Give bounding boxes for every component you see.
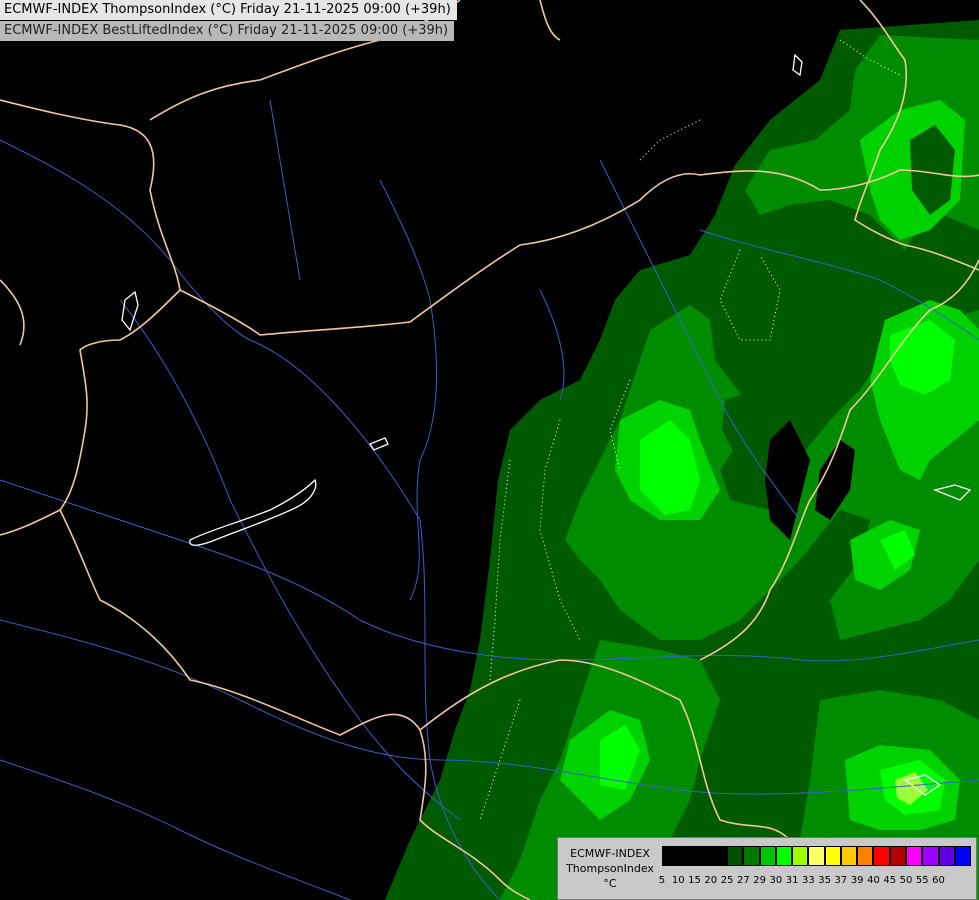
legend-swatch	[840, 846, 858, 866]
color-legend: ECMWF-INDEX ThompsonIndex °C 5 10 15 20 25 27…	[557, 837, 977, 900]
legend-swatch	[954, 846, 972, 866]
legend-tick-label: 29	[753, 875, 766, 886]
legend-swatch	[824, 846, 841, 866]
legend-tick-label: 30	[769, 875, 783, 886]
legend-swatch	[792, 846, 809, 866]
legend-tick-label: 55	[915, 875, 929, 886]
legend-parameter: ThompsonIndex	[566, 862, 654, 875]
legend-tick-label: 37	[834, 875, 848, 886]
legend-tick-label: 40	[867, 875, 880, 886]
legend-tick-label: 15	[688, 875, 701, 886]
legend-swatch	[743, 846, 760, 866]
legend-swatch	[759, 846, 776, 866]
legend-tick-label: 20	[704, 875, 718, 886]
legend-tick-label: 25	[720, 875, 734, 886]
map-title-primary: ECMWF-INDEX ThompsonIndex (°C) Friday 21…	[0, 0, 457, 20]
forecast-map	[0, 0, 979, 900]
legend-swatch	[922, 846, 939, 866]
legend-swatch	[775, 846, 793, 866]
map-title-secondary: ECMWF-INDEX BestLiftedIndex (°C) Friday …	[0, 21, 455, 41]
legend-tick-label: 33	[802, 875, 815, 886]
legend-swatch	[710, 846, 728, 866]
legend-tick-label: 50	[899, 875, 913, 886]
legend-swatch	[727, 846, 744, 866]
legend-tick-label: 10	[671, 875, 685, 886]
legend-swatch	[889, 846, 906, 866]
legend-tick-label	[947, 875, 963, 887]
legend-swatch	[938, 846, 955, 866]
legend-swatch	[808, 846, 825, 866]
legend-label: ECMWF-INDEX ThompsonIndex °C	[561, 846, 659, 891]
legend-swatches	[662, 846, 972, 866]
legend-ticks: 5 10 15 20 25 27 29 30 31 33 35 37 39 40 45 50 55 60	[659, 875, 971, 887]
legend-swatch	[873, 846, 890, 866]
legend-swatch	[662, 846, 679, 866]
legend-tick-label: 27	[736, 875, 750, 886]
legend-tick-label: 35	[818, 875, 832, 886]
legend-swatch	[694, 846, 711, 866]
legend-tick-label: 31	[785, 875, 799, 886]
legend-swatch	[678, 846, 695, 866]
legend-swatch	[857, 846, 874, 866]
legend-tick-label: 5	[658, 875, 666, 886]
legend-tick-label: 45	[883, 875, 897, 886]
legend-unit: °C	[603, 877, 617, 890]
legend-model: ECMWF-INDEX	[570, 847, 650, 860]
legend-tick-label: 39	[850, 875, 864, 886]
legend-tick-label: 60	[932, 875, 945, 886]
legend-swatch	[905, 846, 923, 866]
